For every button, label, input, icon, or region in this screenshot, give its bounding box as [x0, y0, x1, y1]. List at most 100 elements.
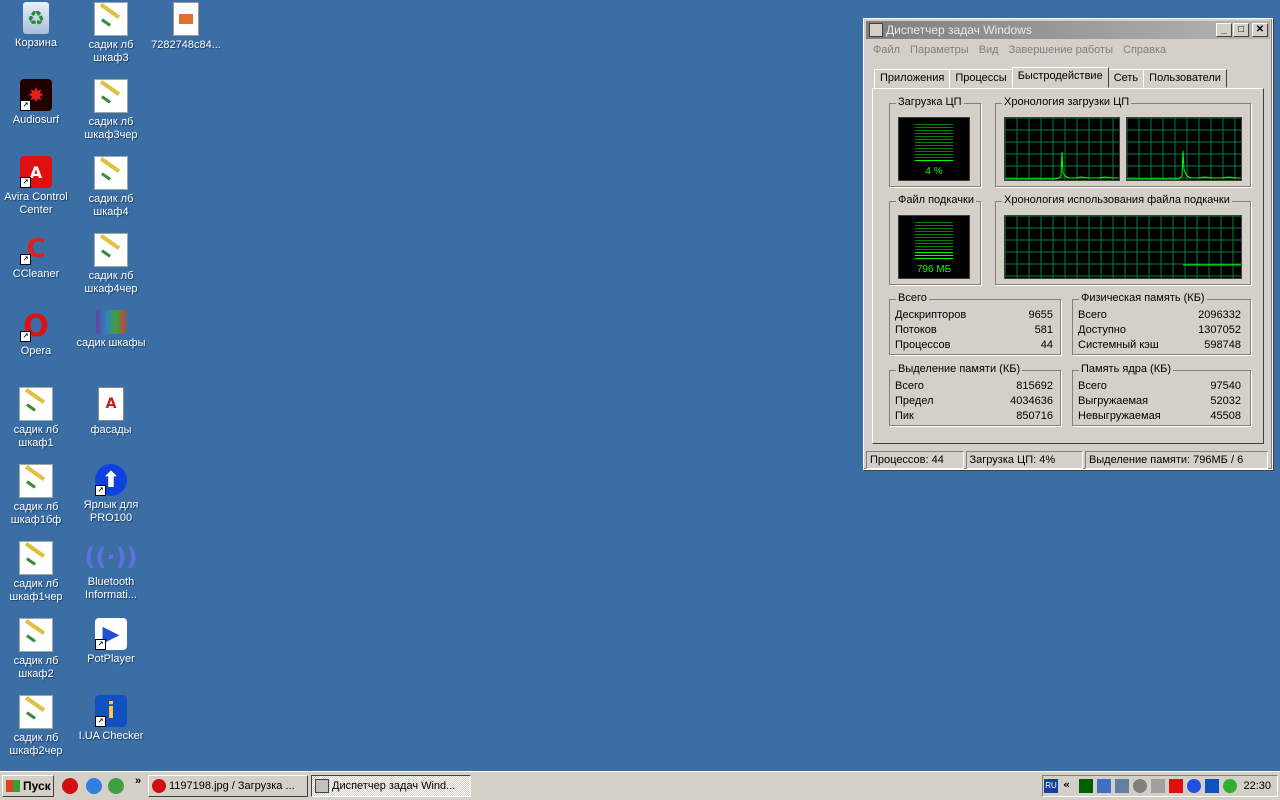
desktop-icon-file[interactable]: садик лб шкаф1 [0, 387, 74, 450]
drawing-file-icon [94, 2, 128, 36]
task-manager-icon [869, 23, 883, 37]
quicklaunch-more-button[interactable]: » [135, 775, 141, 787]
tab-users[interactable]: Пользователи [1143, 69, 1227, 88]
media-player-icon[interactable] [108, 778, 124, 794]
performance-panel: Загрузка ЦП 4 % Хронология загрузки ЦП Ф… [872, 88, 1264, 444]
drawing-file-icon [94, 233, 128, 267]
cpu-usage-title: Загрузка ЦП [896, 96, 964, 108]
stat-row: Выгружаемая 52032 [1078, 395, 1241, 407]
menu-help[interactable]: Справка [1118, 42, 1171, 58]
cpu-history-graph-core2 [1126, 117, 1242, 181]
language-indicator[interactable]: RU [1044, 779, 1058, 793]
phone-icon[interactable] [1151, 779, 1165, 793]
stat-row: Всего 97540 [1078, 380, 1241, 392]
kernel-memory-title: Память ядра (КБ) [1079, 363, 1173, 375]
tab-network[interactable]: Сеть [1107, 69, 1145, 88]
info-i-icon: i ↗ [95, 695, 127, 727]
tab-performance[interactable]: Быстродействие [1011, 67, 1109, 88]
cpu-usage-value: 4 % [925, 166, 943, 177]
drawing-file-icon [94, 79, 128, 113]
desktop-icon-file[interactable]: садик лб шкаф4 [73, 156, 149, 219]
tab-applications[interactable]: Приложения [874, 69, 951, 88]
opera-quicklaunch-icon[interactable] [62, 778, 78, 794]
desktop-icon-potplayer[interactable]: ▶ ↗ PotPlayer [73, 618, 149, 666]
drawing-file-icon [19, 464, 53, 498]
pagefile-fill [915, 252, 953, 260]
stat-row: Пик 850716 [895, 410, 1053, 422]
window-title: Диспетчер задач Windows [886, 23, 1032, 37]
pagefile-history-graph [1004, 215, 1242, 279]
pagefile-history-group: Хронология использования файла подкачки [995, 194, 1251, 285]
menu-shutdown[interactable]: Завершение работы [1004, 42, 1118, 58]
bluetooth-icon[interactable] [1187, 779, 1201, 793]
menu-options[interactable]: Параметры [905, 42, 974, 58]
meter-background [915, 124, 953, 162]
pagefile-meter: 796 МБ [898, 215, 970, 279]
menu-view[interactable]: Вид [974, 42, 1004, 58]
desktop-icon-archive[interactable]: садик шкафы [73, 310, 149, 350]
internet-explorer-icon[interactable] [86, 778, 102, 794]
desktop-icon-recycle-bin[interactable]: ♻ Корзина [0, 2, 74, 50]
desktop-icon-pro100[interactable]: ⬆ ↗ Ярлык для PRO100 [73, 464, 149, 525]
task-button-task-manager[interactable]: Диспетчер задач Wind... [311, 775, 471, 797]
desktop-icon-bluetooth[interactable]: ((·)) Bluetooth Informati... [73, 541, 149, 602]
task-manager-window: Диспетчер задач Windows _ □ ✕ Файл Парам… [863, 18, 1273, 470]
desktop-icon-avira[interactable]: A ↗ Avira Control Center [0, 156, 74, 217]
info-tray-icon[interactable] [1205, 779, 1219, 793]
task-manager-icon [315, 779, 329, 793]
drawing-file-icon [94, 156, 128, 190]
close-button[interactable]: ✕ [1252, 23, 1268, 37]
pdf-document-icon: A [98, 387, 124, 421]
tab-processes[interactable]: Процессы [949, 69, 1013, 88]
desktop-icon-file[interactable]: садик лб шкаф4чер [73, 233, 149, 296]
opera-icon [152, 779, 166, 793]
status-commit: Выделение памяти: 796МБ / 6 [1084, 451, 1268, 469]
safely-remove-icon[interactable] [1115, 779, 1129, 793]
desktop-icon-file[interactable]: 7282748c84... [148, 2, 224, 52]
physical-memory-table: Всего 2096332 Доступно 1307052 Системный к… [1078, 308, 1241, 353]
task-manager-tray-icon[interactable] [1079, 779, 1093, 793]
desktop-icon-ccleaner[interactable]: C ↗ CCleaner [0, 233, 74, 281]
commit-charge-group: Выделение памяти (КБ) Всего 815692 Предел… [889, 363, 1061, 426]
start-button[interactable]: Пуск [2, 775, 54, 797]
task-button-image-download[interactable]: 1197198.jpg / Загрузка ... [148, 775, 308, 797]
potplayer-icon: ▶ ↗ [95, 618, 127, 650]
pagefile-value: 796 МБ [916, 264, 952, 275]
desktop-icon-file[interactable]: садик лб шкаф3чер [73, 79, 149, 142]
menu-bar: Файл Параметры Вид Завершение работы Спр… [864, 41, 1272, 59]
network-icon[interactable] [1097, 779, 1111, 793]
pagefile-group: Файл подкачки 796 МБ [889, 194, 981, 285]
desktop-icon-file[interactable]: садик лб шкаф2чер [0, 695, 74, 758]
minimize-button[interactable]: _ [1216, 23, 1232, 37]
avira-tray-icon[interactable] [1169, 779, 1183, 793]
commit-charge-title: Выделение памяти (КБ) [896, 363, 1023, 375]
menu-file[interactable]: Файл [868, 42, 905, 58]
drawing-file-icon [19, 618, 53, 652]
windows-logo-icon [6, 780, 20, 792]
stat-row: Процессов 44 [895, 339, 1053, 351]
maximize-button[interactable]: □ [1233, 23, 1249, 37]
stat-row: Всего 815692 [895, 380, 1053, 392]
pagefile-history-title: Хронология использования файла подкачки [1002, 194, 1232, 206]
clock: 22:30 [1243, 780, 1271, 792]
pro100-arrow-icon: ⬆ ↗ [95, 464, 127, 496]
desktop-icon-audiosurf[interactable]: ✸ ↗ Audiosurf [0, 79, 74, 127]
desktop-icon-iua-checker[interactable]: i ↗ I.UA Checker [73, 695, 149, 743]
desktop-icon-file[interactable]: садик лб шкаф2 [0, 618, 74, 681]
desktop-icon-file[interactable]: садик лб шкаф1бф [0, 464, 74, 527]
stat-row: Потоков 581 [895, 324, 1053, 336]
desktop-icon-document[interactable]: A фасады [73, 387, 149, 437]
cpu-history-graph-core1 [1004, 117, 1120, 181]
wifi-icon[interactable] [1223, 779, 1237, 793]
desktop-icon-file[interactable]: садик лб шкаф3 [73, 2, 149, 65]
stat-row: Доступно 1307052 [1078, 324, 1241, 336]
drawing-file-icon [19, 541, 53, 575]
desktop-icon-opera[interactable]: O ↗ Opera [0, 310, 74, 358]
title-bar[interactable]: Диспетчер задач Windows _ □ ✕ [866, 21, 1270, 39]
volume-icon[interactable] [1133, 779, 1147, 793]
stat-row: Всего 2096332 [1078, 309, 1241, 321]
totals-title: Всего [896, 292, 929, 304]
recycle-bin-icon: ♻ [23, 2, 49, 34]
tray-expand-button[interactable]: « [1063, 778, 1070, 791]
desktop-icon-file[interactable]: садик лб шкаф1чер [0, 541, 74, 604]
